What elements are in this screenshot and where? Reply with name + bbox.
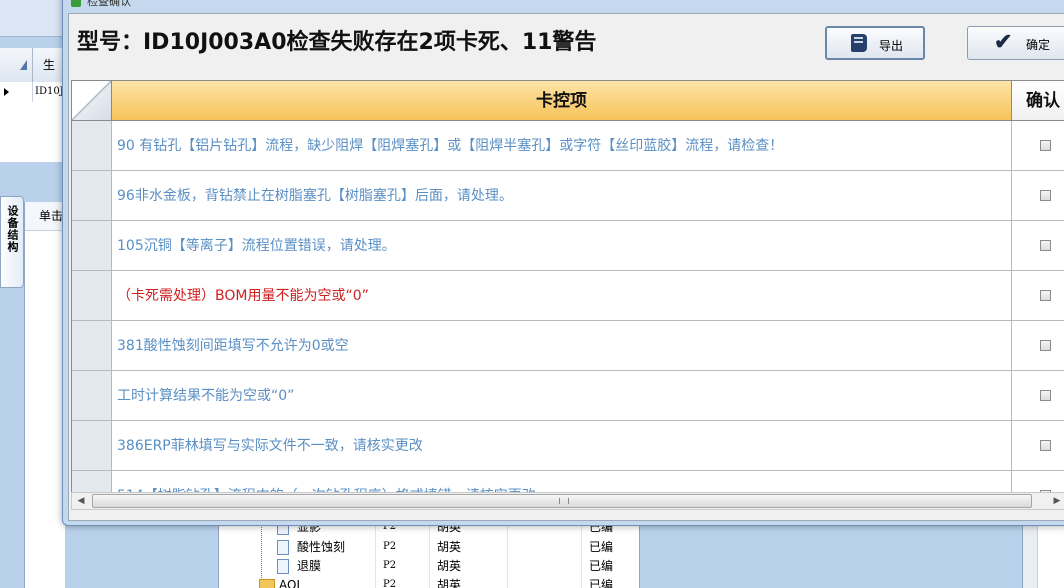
table-row[interactable]: 381酸性蚀刻间距填写不允许为0或空 [72, 321, 1064, 371]
confirm-checkbox[interactable] [1040, 190, 1051, 201]
page-title: 型号：ID10J003A0检查失败存在2项卡死、11警告 [77, 30, 597, 55]
confirm-cell[interactable] [1012, 271, 1064, 321]
check-items-grid: 卡控项 确认 90 有钻孔【铝片钻孔】流程，缺少阻焊【阻焊塞孔】或【阻焊半塞孔】… [71, 80, 1064, 494]
document-icon [277, 540, 289, 555]
dialog-title: 检查确认 [87, 0, 131, 8]
row-header[interactable] [72, 121, 112, 171]
row-header[interactable] [72, 271, 112, 321]
tree-row-status: 已编 [589, 540, 614, 554]
confirm-checkbox[interactable] [1040, 290, 1051, 301]
column-header-confirm[interactable]: 确认 [1012, 81, 1064, 121]
export-button[interactable]: 导出 [825, 26, 925, 60]
horizontal-scrollbar[interactable]: ◀ ▶ [71, 492, 1064, 510]
vertical-scrollbar[interactable] [1023, 522, 1038, 588]
confirm-checkbox[interactable] [1040, 140, 1051, 151]
table-row[interactable]: 90 有钻孔【铝片钻孔】流程，缺少阻焊【阻焊塞孔】或【阻焊半塞孔】或字符【丝印蓝… [72, 121, 1064, 171]
tree-row-owner: 胡英 [437, 559, 462, 573]
ok-button-label: 确定 [1026, 38, 1051, 52]
scrollbar-thumb[interactable] [92, 494, 1032, 508]
confirm-checkbox[interactable] [1040, 240, 1051, 251]
tree-row[interactable]: 酸性蚀刻 P2 胡英 已编 [219, 538, 639, 556]
vertical-tab-device-structure[interactable]: 设备结构 [0, 196, 24, 288]
tree-row-owner: 胡英 [437, 578, 462, 588]
folder-icon [259, 579, 275, 588]
dialog-client-area: 型号：ID10J003A0检查失败存在2项卡死、11警告 导出 ✔ 确定 卡控项… [68, 13, 1064, 521]
scrollbar-grip-icon [559, 498, 569, 504]
confirm-checkbox[interactable] [1040, 340, 1051, 351]
row-header[interactable] [72, 221, 112, 271]
tree-row[interactable]: 退膜 P2 胡英 已编 [219, 557, 639, 575]
table-row[interactable]: 514【树脂钻孔】流程中的（一次钻孔程序）格式填错，请核实更改 [72, 471, 1064, 493]
control-item-text: 386ERP菲林填写与实际文件不一致，请核实更改 [112, 421, 1012, 471]
confirm-checkbox[interactable] [1040, 390, 1051, 401]
tree-row-level: P2 [383, 541, 397, 552]
table-row[interactable]: 105沉铜【等离子】流程位置错误，请处理。 [72, 221, 1064, 271]
table-row[interactable]: 96非水金板，背钻禁止在树脂塞孔【树脂塞孔】后面，请处理。 [72, 171, 1064, 221]
background-column-header[interactable]: 生产 [32, 48, 62, 106]
confirm-cell[interactable] [1012, 371, 1064, 421]
table-row[interactable]: （卡死需处理）BOM用量不能为空或“0” [72, 271, 1064, 321]
export-button-label: 导出 [879, 39, 904, 53]
confirm-cell[interactable] [1012, 121, 1064, 171]
scroll-right-arrow-icon[interactable]: ▶ [1048, 493, 1064, 509]
tree-row-status: 已编 [589, 559, 614, 573]
control-item-text: 96非水金板，背钻禁止在树脂塞孔【树脂塞孔】后面，请处理。 [112, 171, 1012, 221]
app-icon [71, 0, 81, 7]
confirm-cell[interactable] [1012, 321, 1064, 371]
background-toolbar [0, 0, 62, 37]
control-item-text: 工时计算结果不能为空或“0” [112, 371, 1012, 421]
table-row[interactable]: 386ERP菲林填写与实际文件不一致，请核实更改 [72, 421, 1064, 471]
column-header-control-item[interactable]: 卡控项 [112, 81, 1012, 121]
background-grid-body [0, 102, 62, 162]
grid-header: 卡控项 确认 [72, 81, 1064, 121]
control-item-text: （卡死需处理）BOM用量不能为空或“0” [112, 271, 1012, 321]
vertical-tab-label: 设备结构 [6, 205, 19, 253]
confirm-cell[interactable] [1012, 221, 1064, 271]
tree-row-name: AOI [279, 578, 300, 588]
background-grid-header: 生产 [0, 48, 62, 106]
select-all-corner[interactable] [72, 81, 112, 121]
background-grid-row[interactable]: ID10J [0, 82, 64, 103]
row-header[interactable] [72, 321, 112, 371]
tree-row-level: P2 [383, 560, 397, 571]
row-header[interactable] [72, 171, 112, 221]
tree-row-name: 酸性蚀刻 [297, 540, 346, 554]
tree-row-level: P2 [383, 579, 397, 588]
scroll-left-arrow-icon[interactable]: ◀ [72, 493, 90, 509]
tree-row-name: 退膜 [297, 559, 322, 573]
background-panel: 单击 [24, 202, 65, 588]
control-item-text: 514【树脂钻孔】流程中的（一次钻孔程序）格式填错，请核实更改 [112, 471, 1012, 493]
process-tree: 显影 P2 胡英 已编 酸性蚀刻 P2 胡英 已编 退膜 P2 胡英 已编 AO… [218, 522, 640, 588]
dialog-titlebar[interactable]: 检查确认 [63, 0, 1064, 9]
tree-row-owner: 胡英 [437, 540, 462, 554]
document-icon [277, 559, 289, 574]
confirm-cell[interactable] [1012, 471, 1064, 493]
row-header[interactable] [72, 471, 112, 493]
background-right-panel [1022, 522, 1064, 588]
confirm-checkbox[interactable] [1040, 440, 1051, 451]
confirm-cell[interactable] [1012, 171, 1064, 221]
row-header[interactable] [72, 421, 112, 471]
table-row[interactable]: 工时计算结果不能为空或“0” [72, 371, 1064, 421]
check-confirm-dialog: 检查确认 型号：ID10J003A0检查失败存在2项卡死、11警告 导出 ✔ 确… [62, 0, 1064, 526]
confirm-cell[interactable] [1012, 421, 1064, 471]
control-item-text: 90 有钻孔【铝片钻孔】流程，缺少阻焊【阻焊塞孔】或【阻焊半塞孔】或字符【丝印蓝… [112, 121, 1012, 171]
row-header[interactable] [72, 371, 112, 421]
book-icon [851, 34, 867, 52]
sort-indicator-icon [20, 60, 27, 70]
background-panel-tab[interactable]: 单击 [25, 202, 65, 231]
control-item-text: 105沉铜【等离子】流程位置错误，请处理。 [112, 221, 1012, 271]
row-pointer-icon [4, 88, 9, 96]
checkmark-icon: ✔ [994, 29, 1013, 54]
tree-row[interactable]: AOI P2 胡英 已编 [219, 576, 639, 588]
control-item-text: 381酸性蚀刻间距填写不允许为0或空 [112, 321, 1012, 371]
ok-button[interactable]: ✔ 确定 [967, 26, 1064, 60]
tree-row-status: 已编 [589, 578, 614, 588]
background-grid-cell[interactable]: ID10J [32, 82, 64, 102]
